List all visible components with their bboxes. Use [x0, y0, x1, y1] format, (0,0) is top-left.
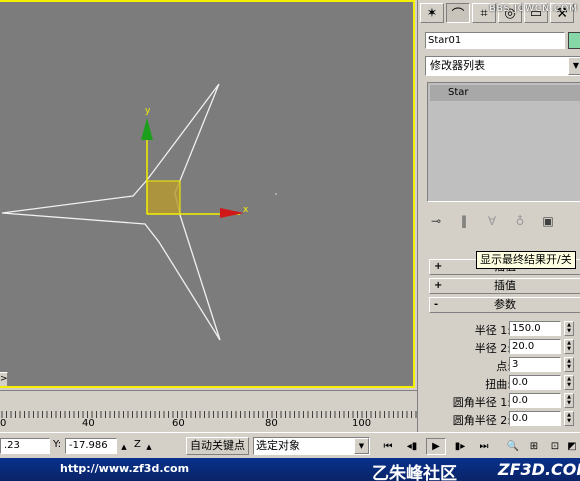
z-coord-label: Z: [134, 439, 141, 450]
axis-x-label: x: [243, 205, 249, 215]
collapse-icon: -: [434, 299, 439, 310]
community-name: 乙朱峰社区: [372, 464, 457, 481]
modifier-list-dropdown[interactable]: 修改器列表 ▼: [425, 56, 580, 76]
object-name-field[interactable]: Star01: [425, 32, 565, 49]
ruler-tick-label: 60: [172, 418, 185, 429]
spinner-icon[interactable]: ▲ ▼: [564, 339, 574, 354]
chevron-down-icon[interactable]: ▼: [568, 57, 580, 75]
remove-modifier-icon[interactable]: ♁: [509, 211, 531, 231]
modifier-stack-list[interactable]: Star: [427, 82, 580, 202]
y-spinner-icon[interactable]: ▲▼: [118, 438, 130, 467]
y-coord-label: Y:: [53, 439, 62, 450]
viewport-canvas[interactable]: y x: [0, 2, 415, 388]
rollout-parameters-title: 参数: [494, 298, 516, 311]
site-watermark: BBS.JCWCN.COM: [489, 4, 578, 14]
stack-item-star[interactable]: Star: [430, 85, 580, 101]
field-of-view-icon[interactable]: ◩: [564, 438, 580, 455]
ruler-tick-label: 40: [82, 418, 95, 429]
param-label: 圆角半径 1:: [452, 396, 511, 409]
stack-toolbar: ⊸ ‖ ∀ ♁ ▣: [425, 210, 580, 232]
param-label: 圆角半径 2:: [452, 414, 511, 427]
zoom-extents-icon[interactable]: ⊡: [545, 438, 565, 455]
go-to-start-icon[interactable]: ⏮: [378, 438, 398, 455]
star-spline[interactable]: [1, 83, 221, 341]
y-coord-field[interactable]: -17.986: [65, 438, 117, 454]
rollout-interpolation-title: 插值: [494, 279, 516, 292]
spinner-icon[interactable]: ▲ ▼: [564, 375, 574, 390]
object-color-swatch[interactable]: [568, 32, 580, 49]
points-input[interactable]: 3: [509, 357, 561, 372]
z-spinner-icon[interactable]: ▲▼: [143, 438, 155, 467]
radius1-input[interactable]: 150.0: [509, 321, 561, 336]
chevron-down-icon[interactable]: ▼: [354, 438, 369, 454]
next-frame-icon[interactable]: ▮▸: [450, 438, 470, 455]
time-ruler[interactable]: 0 40 60 80 100: [0, 390, 417, 432]
configure-sets-icon[interactable]: ▣: [537, 211, 559, 231]
gizmo-x-arrow[interactable]: [220, 208, 244, 218]
modify-tab-icon[interactable]: ⌒: [446, 3, 470, 23]
param-distortion: 扭曲: 0.0 ▲ ▼: [418, 375, 580, 392]
x-coord-field[interactable]: .23: [0, 438, 50, 454]
ruler-tick-label: 0: [0, 418, 7, 429]
show-end-result-icon[interactable]: ‖: [453, 211, 475, 231]
param-radius1: 半径 1: 150.0 ▲ ▼: [418, 321, 580, 338]
site-banner: http://www.zf3d.com 乙朱峰社区 ZF3D.COM: [0, 458, 580, 481]
viewport-expand-button[interactable]: >: [0, 372, 8, 386]
gizmo-y-arrow[interactable]: [141, 118, 153, 140]
fillet-radius2-input[interactable]: 0.0: [509, 411, 561, 426]
status-bar: .23 Y: -17.986 ▲▼ Z ▲▼ 自动关键点 选定对象 ▼ ⏮ ◂▮…: [0, 432, 580, 467]
spinner-icon[interactable]: ▲ ▼: [564, 321, 574, 336]
make-unique-icon[interactable]: ∀: [481, 211, 503, 231]
pin-stack-icon[interactable]: ⊸: [425, 211, 447, 231]
param-radius2: 半径 2: 20.0 ▲ ▼: [418, 339, 580, 356]
brand-logo: ZF3D.COM: [498, 460, 580, 479]
expand-icon: +: [434, 280, 443, 291]
fillet-radius1-input[interactable]: 0.0: [509, 393, 561, 408]
transform-gizmo-plane[interactable]: [146, 180, 181, 215]
go-to-end-icon[interactable]: ⏭: [474, 438, 494, 455]
param-points: 点: 3 ▲ ▼: [418, 357, 580, 374]
spinner-icon[interactable]: ▲ ▼: [564, 357, 574, 372]
command-panel: ✶ ⌒ ⌗ ◎ ▭ ⚒ BBS.JCWCN.COM Star01 修改器列表 ▼…: [417, 0, 580, 432]
distortion-input[interactable]: 0.0: [509, 375, 561, 390]
auto-key-button[interactable]: 自动关键点: [186, 437, 249, 455]
modifier-list-label: 修改器列表: [430, 59, 485, 72]
expand-icon: +: [434, 261, 443, 272]
zoom-icon[interactable]: 🔍: [503, 438, 523, 455]
spinner-icon[interactable]: ▲ ▼: [564, 411, 574, 426]
param-label: 半径 2:: [474, 342, 511, 355]
previous-frame-icon[interactable]: ◂▮: [402, 438, 422, 455]
radius2-input[interactable]: 20.0: [509, 339, 561, 354]
zoom-all-icon[interactable]: ⊞: [524, 438, 544, 455]
ruler-tick-label: 80: [265, 418, 278, 429]
play-icon[interactable]: ▶: [426, 438, 446, 455]
param-fillet-radius1: 圆角半径 1: 0.0 ▲ ▼: [418, 393, 580, 410]
spinner-icon[interactable]: ▲ ▼: [564, 393, 574, 408]
create-tab-icon[interactable]: ✶: [420, 3, 444, 23]
selection-set-dropdown[interactable]: 选定对象 ▼: [253, 437, 370, 455]
selection-set-value: 选定对象: [256, 439, 300, 452]
param-label: 半径 1:: [474, 324, 511, 337]
axis-y-label: y: [145, 106, 151, 116]
param-label: 扭曲:: [485, 378, 511, 391]
perspective-viewport[interactable]: y x >: [0, 0, 415, 388]
site-url[interactable]: http://www.zf3d.com: [60, 462, 189, 475]
ruler-tick-label: 100: [352, 418, 372, 429]
param-fillet-radius2: 圆角半径 2: 0.0 ▲ ▼: [418, 411, 580, 428]
rollout-interpolation[interactable]: + 插值: [429, 278, 580, 294]
scene-dot: [275, 193, 277, 195]
show-end-result-tooltip: 显示最终结果开/关: [476, 251, 576, 269]
rollout-parameters[interactable]: - 参数: [429, 297, 580, 313]
